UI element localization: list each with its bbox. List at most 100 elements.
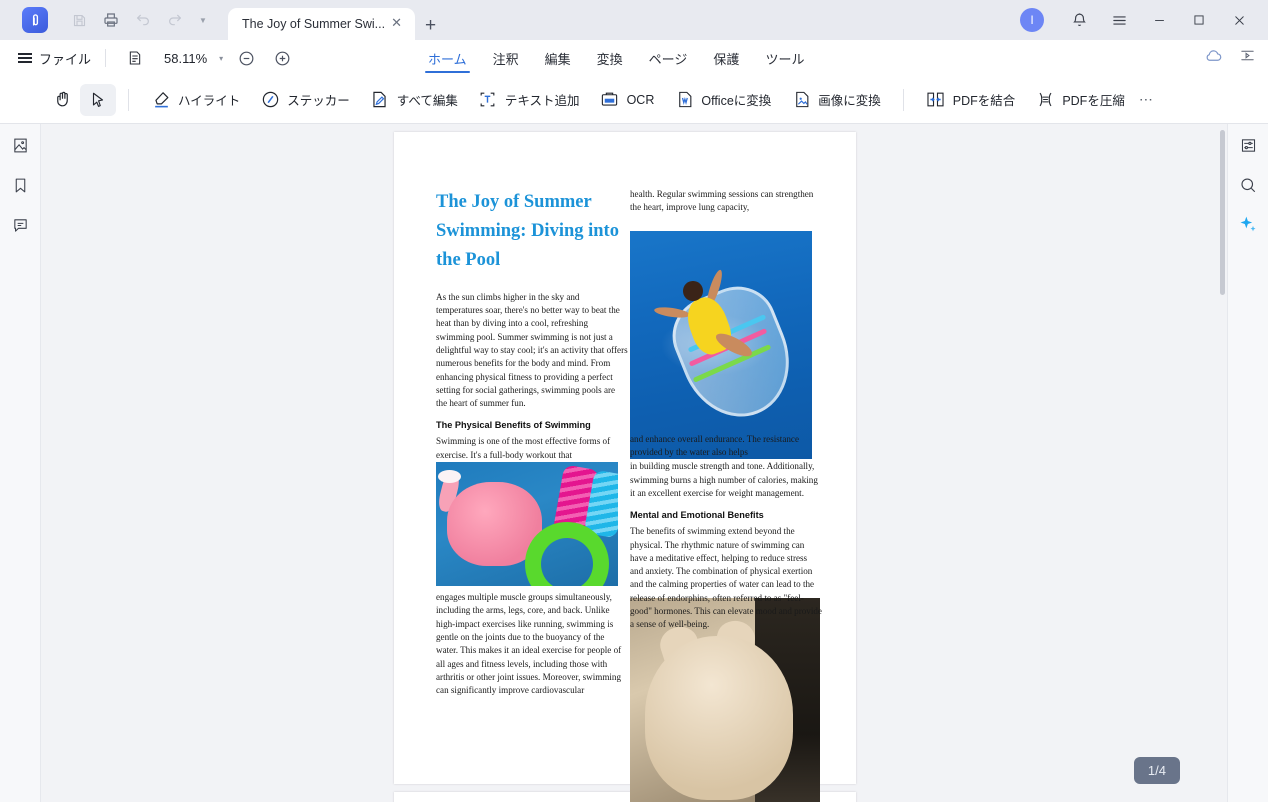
divider bbox=[128, 88, 129, 111]
file-menu-label: ファイル bbox=[39, 51, 92, 67]
endurance-paragraph-over-image: and enhance overall endurance. The resis… bbox=[630, 433, 799, 457]
search-icon[interactable] bbox=[1233, 170, 1263, 200]
close-icon[interactable] bbox=[1220, 0, 1258, 40]
scrollbar-thumb[interactable] bbox=[1220, 130, 1225, 295]
titlebar-left-group: ▼ bbox=[0, 0, 214, 40]
quick-access-caret[interactable]: ▼ bbox=[192, 16, 214, 25]
zoom-level-value[interactable]: 58.11% bbox=[164, 51, 207, 66]
highlight-button[interactable]: ハイライト bbox=[141, 84, 250, 116]
ocr-label: OCR bbox=[626, 92, 655, 107]
redo-icon[interactable] bbox=[160, 5, 190, 35]
titlebar-right-group: I bbox=[1020, 0, 1258, 40]
undo-icon[interactable] bbox=[128, 5, 158, 35]
convert-to-office-button[interactable]: Officeに変換 bbox=[664, 84, 781, 116]
cloud-sync-icon[interactable] bbox=[1204, 46, 1223, 70]
physical-paragraph-part1: Swimming is one of the most effective fo… bbox=[436, 436, 611, 460]
pdf-app-logo[interactable] bbox=[22, 7, 48, 33]
compress-pdf-label: PDFを圧縮 bbox=[1062, 94, 1125, 108]
ribbon-tabs: ホーム 注釈 編集 変換 ページ 保護 ツール bbox=[415, 40, 817, 76]
compress-pdf-button[interactable]: PDFを圧縮 bbox=[1025, 84, 1135, 116]
highlighter-icon bbox=[151, 90, 171, 110]
tab-protect[interactable]: 保護 bbox=[700, 40, 752, 76]
sticker-button[interactable]: ステッカー bbox=[250, 84, 360, 116]
page-title: The Joy of Summer Swimming: Diving into … bbox=[436, 192, 619, 271]
add-text-icon bbox=[478, 90, 498, 110]
document-tab-label: The Joy of Summer Swi... bbox=[242, 17, 386, 31]
menu-icon[interactable] bbox=[1100, 0, 1138, 40]
muscle-paragraph: in building muscle strength and tone. Ad… bbox=[630, 461, 818, 498]
tab-tools[interactable]: ツール bbox=[752, 40, 817, 76]
document-tab[interactable]: The Joy of Summer Swi... ✕ bbox=[228, 8, 416, 40]
compress-pdf-icon bbox=[1035, 90, 1055, 110]
merge-pdf-icon bbox=[926, 90, 946, 110]
divider bbox=[902, 88, 904, 111]
maximize-icon[interactable] bbox=[1180, 0, 1218, 40]
thumbnails-panel-icon[interactable] bbox=[5, 130, 35, 160]
intro-paragraph: As the sun climbs higher in the sky and … bbox=[436, 291, 628, 409]
tab-page[interactable]: ページ bbox=[636, 40, 701, 76]
vertical-scrollbar[interactable] bbox=[1220, 130, 1225, 795]
flamingo-float-image bbox=[436, 462, 618, 587]
section-heading-mental: Mental and Emotional Benefits bbox=[630, 510, 764, 521]
pdf-canvas[interactable]: The Joy of Summer Swimming: Diving into … bbox=[41, 124, 1227, 802]
bell-icon[interactable] bbox=[1060, 0, 1098, 40]
document-right-column: health. Regular swimming sessions can st… bbox=[630, 188, 822, 691]
menu-right-group bbox=[1204, 40, 1256, 76]
workspace: The Joy of Summer Swimming: Diving into … bbox=[0, 124, 1268, 802]
convert-to-office-icon bbox=[674, 90, 694, 110]
edit-all-button[interactable]: すべて編集 bbox=[360, 84, 468, 116]
tab-convert[interactable]: 変換 bbox=[584, 40, 636, 76]
save-icon[interactable] bbox=[64, 5, 94, 35]
physical-paragraph-part2: engages multiple muscle groups simultane… bbox=[436, 592, 622, 696]
print-icon[interactable] bbox=[96, 5, 126, 35]
edit-all-label: すべて編集 bbox=[396, 94, 458, 108]
ocr-button[interactable]: OCR bbox=[590, 84, 665, 116]
zoom-in-button[interactable] bbox=[269, 45, 295, 71]
collapse-ribbon-icon[interactable] bbox=[1239, 47, 1256, 69]
page-indicator: 1/4 bbox=[1133, 757, 1180, 784]
bookmarks-panel-icon[interactable] bbox=[5, 170, 35, 200]
select-tool-icon[interactable] bbox=[80, 83, 116, 116]
comments-panel-icon[interactable] bbox=[5, 210, 35, 240]
document-content: The Joy of Summer Swimming: Diving into … bbox=[394, 132, 856, 802]
left-sidebar bbox=[0, 124, 41, 802]
file-menu-button[interactable]: ファイル bbox=[18, 49, 91, 68]
toolbar-overflow-button[interactable]: ⋯ bbox=[1139, 91, 1154, 108]
convert-to-image-button[interactable]: 画像に変換 bbox=[781, 84, 891, 116]
ocr-icon bbox=[600, 90, 620, 110]
document-left-column: The Joy of Summer Swimming: Diving into … bbox=[436, 188, 628, 698]
main-toolbar: ハイライト ステッカー すべて編集 テキスト追加 OCR Officeに変換 画… bbox=[0, 76, 1268, 196]
add-text-button[interactable]: テキスト追加 bbox=[468, 84, 590, 116]
properties-panel-icon[interactable] bbox=[1233, 130, 1263, 160]
merge-pdf-button[interactable]: PDFを結合 bbox=[916, 84, 1026, 116]
chevron-down-icon[interactable]: ▾ bbox=[219, 54, 223, 63]
zoom-group: 58.11% ▾ bbox=[120, 43, 295, 73]
pool-float-woman-image bbox=[630, 230, 812, 459]
tab-home[interactable]: ホーム bbox=[415, 40, 480, 76]
zoom-out-button[interactable] bbox=[233, 45, 259, 71]
avatar[interactable]: I bbox=[1020, 8, 1044, 32]
convert-to-office-label: Officeに変換 bbox=[701, 94, 772, 108]
sticker-label: ステッカー bbox=[287, 94, 350, 108]
hand-tool-icon[interactable] bbox=[44, 84, 80, 116]
add-text-label: テキスト追加 bbox=[504, 94, 580, 108]
hand-icon bbox=[52, 90, 72, 110]
close-icon[interactable]: ✕ bbox=[385, 15, 405, 33]
title-bar: ▼ The Joy of Summer Swi... ✕ + I bbox=[0, 0, 1268, 40]
new-tab-button[interactable]: + bbox=[415, 15, 446, 37]
ai-assistant-icon[interactable] bbox=[1233, 210, 1263, 240]
hamburger-icon bbox=[18, 53, 32, 63]
highlight-label: ハイライト bbox=[178, 94, 241, 108]
tab-annotate[interactable]: 注釈 bbox=[480, 40, 532, 76]
tab-edit[interactable]: 編集 bbox=[532, 40, 584, 76]
pdf-page-1[interactable]: The Joy of Summer Swimming: Diving into … bbox=[394, 132, 856, 802]
convert-to-image-icon bbox=[791, 90, 811, 110]
right-sidebar bbox=[1227, 124, 1268, 802]
merge-pdf-label: PDFを結合 bbox=[952, 94, 1016, 108]
convert-to-image-label: 画像に変換 bbox=[818, 94, 881, 108]
minimize-icon[interactable] bbox=[1140, 0, 1178, 40]
mental-benefits-paragraph: The benefits of swimming extend beyond t… bbox=[630, 526, 822, 630]
page-layout-icon[interactable] bbox=[120, 43, 150, 73]
edit-all-icon bbox=[370, 90, 390, 110]
divider bbox=[105, 49, 107, 67]
